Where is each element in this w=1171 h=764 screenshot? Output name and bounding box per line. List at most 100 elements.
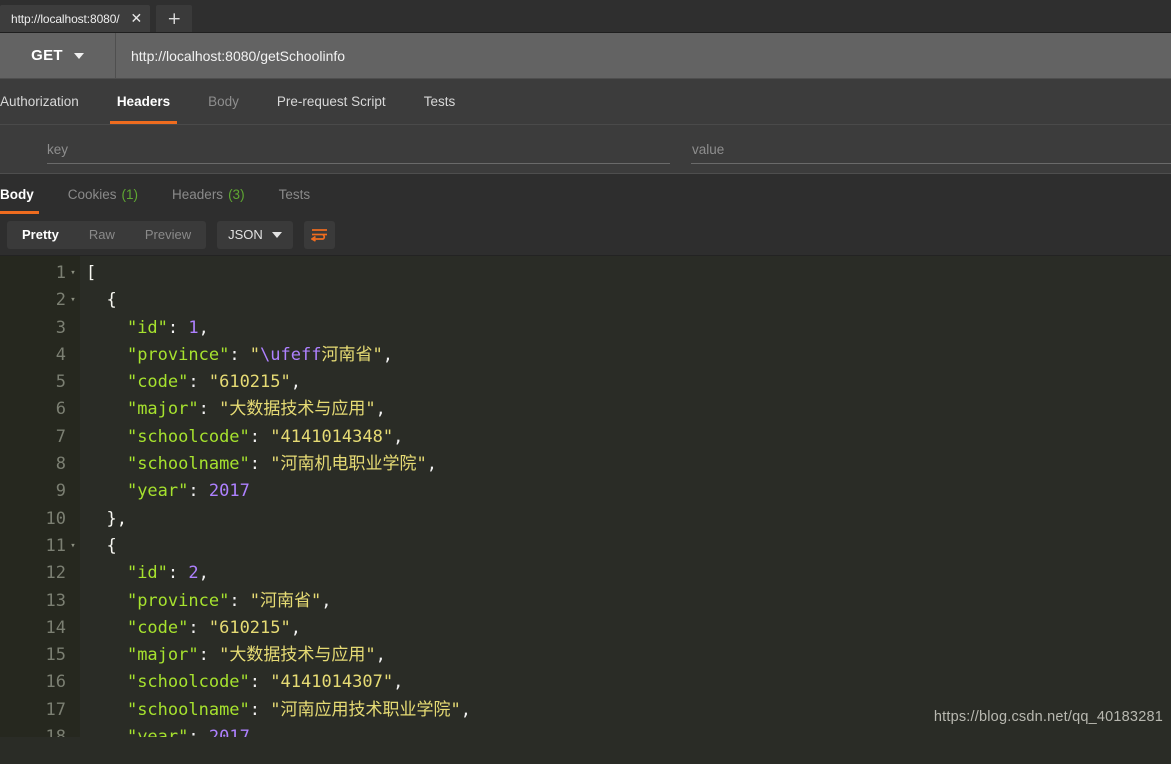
code-text: }, <box>106 508 127 529</box>
tab-label: Tests <box>423 94 456 109</box>
line-number: 16 <box>45 672 66 693</box>
view-mode-pretty[interactable]: Pretty <box>7 221 74 249</box>
tab-authorization[interactable]: Authorization <box>0 79 98 124</box>
code-text: { <box>106 290 117 311</box>
header-key-input[interactable]: key <box>0 125 683 173</box>
response-tab-body[interactable]: Body <box>0 174 51 214</box>
tab-label: Tests <box>278 186 311 202</box>
view-mode-label: Preview <box>144 227 192 242</box>
code-line: 10 }, <box>0 506 1171 533</box>
tab-label: Body <box>0 186 34 202</box>
tab-label: Authorization <box>0 94 79 109</box>
code-line: 15 "major": "大数据技术与应用", <box>0 642 1171 669</box>
code-line: 9 "year": 2017 <box>0 478 1171 505</box>
code-line: 4 "province": "\ufeff河南省", <box>0 342 1171 369</box>
tab-headers[interactable]: Headers <box>98 79 189 124</box>
line-number: 6 <box>55 399 66 420</box>
tab-body[interactable]: Body <box>189 79 258 124</box>
line-number: 17 <box>45 699 66 720</box>
code-text: "id": 2, <box>126 563 209 584</box>
browser-tab-title: http://localhost:8080/ <box>11 12 120 26</box>
http-method-selector[interactable]: GET <box>0 33 116 78</box>
response-tab-cookies[interactable]: Cookies (1) <box>51 174 155 214</box>
response-tab-headers[interactable]: Headers (3) <box>155 174 262 214</box>
chevron-down-icon <box>73 52 84 59</box>
view-mode-label: Pretty <box>22 227 59 242</box>
wrap-lines-button[interactable] <box>303 220 335 249</box>
fold-arrow-icon[interactable]: ▾ <box>66 542 80 551</box>
code-text: "schoolcode": "4141014348", <box>126 426 404 447</box>
cookies-count-badge: (1) <box>121 186 139 202</box>
tab-tests[interactable]: Tests <box>405 79 475 124</box>
line-number: 18 <box>0 724 66 737</box>
line-number: 14 <box>45 617 66 638</box>
code-text: "schoolname": "河南应用技术职业学院", <box>126 699 471 720</box>
watermark: https://blog.csdn.net/qq_40183281 <box>933 708 1163 725</box>
wrap-lines-icon <box>310 228 327 242</box>
code-text: { <box>106 535 117 556</box>
code-text: "major": "大数据技术与应用", <box>126 399 386 420</box>
code-line: 1 ▾ [ <box>0 260 1171 287</box>
code-line: 13 "province": "河南省", <box>0 588 1171 615</box>
tab-label: Cookies <box>67 186 117 202</box>
code-text: "code": "610215", <box>126 372 301 393</box>
line-number: 13 <box>45 590 66 611</box>
code-line: 3 "id": 1, <box>0 315 1171 342</box>
response-tab-tests[interactable]: Tests <box>262 174 328 214</box>
response-tabs: Body Cookies (1) Headers (3) Tests <box>0 174 1171 214</box>
line-number: 15 <box>45 645 66 666</box>
code-line: 14 "code": "610215", <box>0 615 1171 642</box>
line-number: 7 <box>55 426 66 447</box>
browser-tab[interactable]: http://localhost:8080/ ✕ <box>0 5 151 33</box>
browser-tab-strip: http://localhost:8080/ ✕ + <box>0 0 1171 33</box>
plus-icon: + <box>167 9 182 29</box>
code-line: 5 "code": "610215", <box>0 369 1171 396</box>
code-text: "province": "\ufeff河南省", <box>126 344 393 365</box>
view-mode-raw[interactable]: Raw <box>74 221 130 249</box>
line-number: 2 <box>55 290 66 311</box>
code-text: "schoolname": "河南机电职业学院", <box>126 454 437 475</box>
header-value-placeholder: value <box>692 141 725 157</box>
headers-count-badge: (3) <box>228 186 245 202</box>
code-text: "province": "河南省", <box>126 590 332 611</box>
tab-label: Pre-request Script <box>276 94 386 109</box>
fold-arrow-icon[interactable]: ▾ <box>66 269 80 278</box>
response-body-viewer[interactable]: 1 ▾[2 ▾ {3 "id": 1, 4 "province": "\ufeff河南… <box>0 256 1171 737</box>
tab-label: Headers <box>172 186 224 202</box>
new-tab-button[interactable]: + <box>156 5 193 33</box>
code-text: "schoolcode": "4141014307", <box>126 672 404 693</box>
fold-arrow-icon[interactable]: ▾ <box>66 296 80 305</box>
headers-table-row: key value <box>0 125 1171 174</box>
code-line: 7 "schoolcode": "4141014348", <box>0 424 1171 451</box>
code-text: "code": "610215", <box>126 617 301 638</box>
code-text: "year": 2017 <box>126 481 250 502</box>
request-url-bar: GET http://localhost:8080/getSchoolinfo <box>0 33 1171 79</box>
line-number: 9 <box>55 481 66 502</box>
header-value-input[interactable]: value <box>683 125 1171 173</box>
tab-label: Headers <box>116 94 171 109</box>
chevron-down-icon <box>271 231 282 238</box>
request-tabs: Authorization Headers Body Pre-request S… <box>0 79 1171 125</box>
line-number: 3 <box>55 317 66 338</box>
line-number: 1 <box>55 263 66 283</box>
tab-pre-request-script[interactable]: Pre-request Script <box>258 79 405 124</box>
header-key-placeholder: key <box>47 141 69 157</box>
line-number: 4 <box>55 344 66 365</box>
response-format-toolbar: Pretty Raw Preview JSON <box>0 214 1171 256</box>
code-lines: 1 ▾[2 ▾ {3 "id": 1, 4 "province": "\ufeff河南… <box>0 256 1171 737</box>
view-mode-label: Raw <box>88 227 115 242</box>
code-text: "year": 2017 <box>80 724 250 737</box>
code-text: "id": 1, <box>126 317 209 338</box>
code-line: 12 "id": 2, <box>0 560 1171 587</box>
code-line: 6 "major": "大数据技术与应用", <box>0 396 1171 423</box>
response-format-selector[interactable]: JSON <box>217 220 293 249</box>
tab-label: Body <box>208 94 239 109</box>
line-number: 11 <box>45 535 66 556</box>
line-number: 12 <box>45 563 66 584</box>
line-number: 10 <box>45 508 66 529</box>
view-mode-preview[interactable]: Preview <box>130 221 206 249</box>
code-text: [ <box>86 263 97 283</box>
code-line: 8 "schoolname": "河南机电职业学院", <box>0 451 1171 478</box>
close-icon[interactable]: ✕ <box>131 12 143 26</box>
url-input[interactable]: http://localhost:8080/getSchoolinfo <box>116 33 1171 78</box>
